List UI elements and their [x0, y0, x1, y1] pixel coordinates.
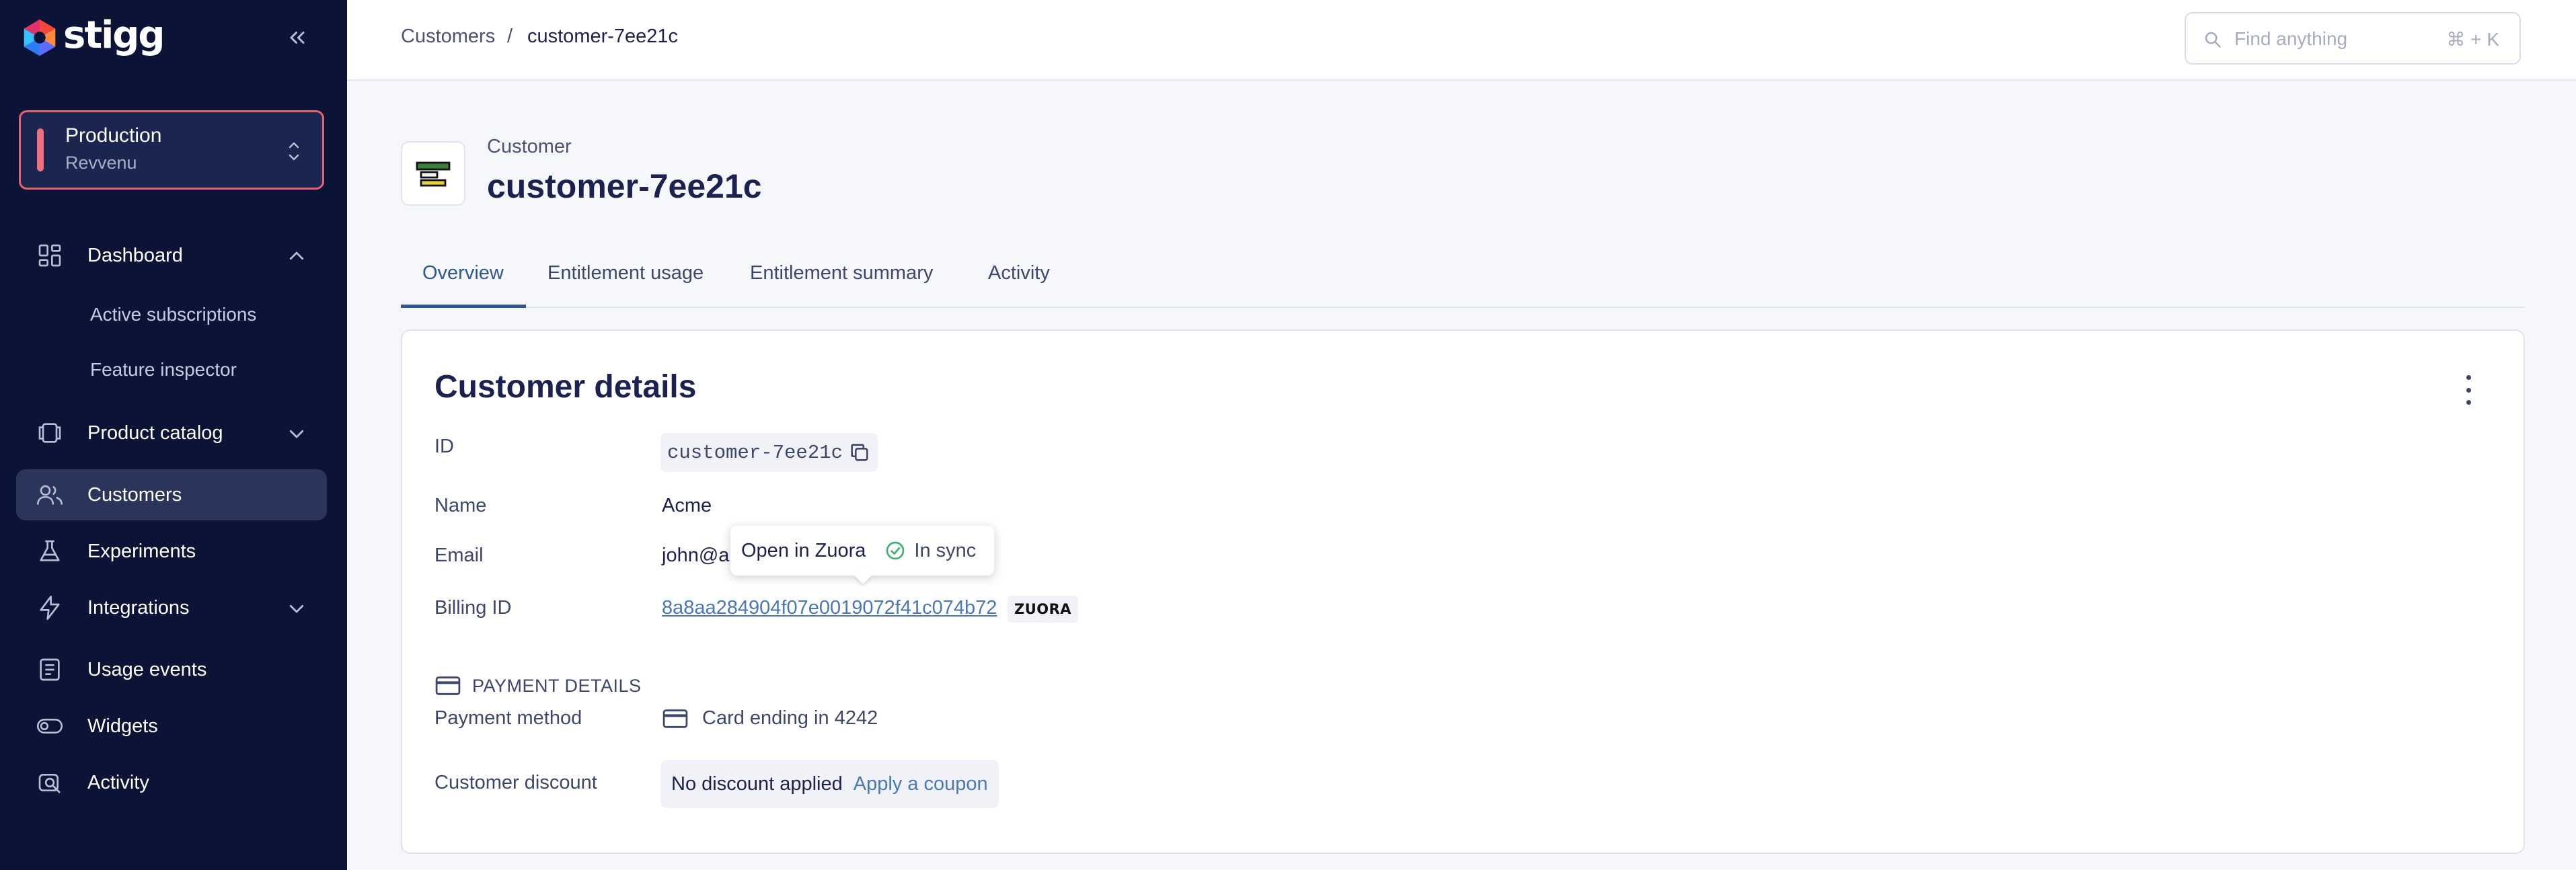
- breadcrumb-separator: /: [507, 26, 513, 47]
- copy-icon[interactable]: [848, 441, 871, 464]
- logo-text: stigg: [63, 13, 165, 57]
- tab-entitlement-usage[interactable]: Entitlement usage: [547, 262, 704, 284]
- top-bar: Customers / customer-7ee21c Find anythin…: [347, 0, 2576, 81]
- breadcrumb-customers-link[interactable]: Customers: [401, 26, 495, 48]
- sidebar-item-integrations[interactable]: Integrations: [16, 582, 327, 633]
- sync-status: In sync: [914, 539, 977, 561]
- name-value: Acme: [662, 495, 712, 516]
- customer-details-card: Customer details ID customer-7ee21c Name…: [401, 329, 2525, 854]
- chevron-down-icon: [289, 604, 304, 613]
- product-catalog-icon: [35, 418, 65, 448]
- sidebar-item-widgets[interactable]: Widgets: [16, 701, 327, 752]
- activity-icon: [35, 768, 65, 797]
- sidebar-item-label: Experiments: [87, 540, 196, 562]
- billing-id-link[interactable]: 8a8aa284904f07e0019072f41c074b72: [662, 597, 997, 619]
- kebab-dot: [2466, 400, 2471, 405]
- sidebar-item-dashboard[interactable]: Dashboard: [16, 230, 327, 281]
- sidebar-item-label: Customers: [87, 483, 182, 506]
- email-value: john@a: [662, 545, 730, 566]
- email-label: Email: [434, 545, 484, 566]
- tab-activity[interactable]: Activity: [988, 262, 1050, 284]
- chevron-up-down-icon: [289, 142, 299, 161]
- payment-method-text: Card ending in 4242: [702, 707, 878, 729]
- zuora-badge: ZUORA: [1008, 596, 1079, 623]
- sidebar-item-label: Dashboard: [87, 244, 183, 266]
- sidebar-item-activity[interactable]: Activity: [16, 757, 327, 808]
- discount-value: No discount applied: [671, 773, 843, 795]
- customers-icon: [35, 480, 65, 510]
- tab-bar: Overview Entitlement usage Entitlement s…: [401, 255, 2525, 308]
- tab-entitlement-summary[interactable]: Entitlement summary: [750, 262, 933, 284]
- search-placeholder: Find anything: [2234, 28, 2348, 49]
- breadcrumb-current: customer-7ee21c: [527, 26, 679, 47]
- chevron-up-icon: [289, 251, 304, 260]
- customer-logo-icon: [416, 161, 451, 187]
- toggle-icon: [35, 711, 65, 741]
- card-title: Customer details: [434, 369, 697, 405]
- payment-method-label: Payment method: [434, 707, 582, 729]
- open-in-zuora-link[interactable]: Open in Zuora: [741, 540, 866, 562]
- lightning-icon: [35, 593, 65, 623]
- sidebar-item-label: Usage events: [87, 658, 207, 680]
- collapse-sidebar-button[interactable]: [280, 20, 315, 55]
- double-chevron-left-icon: [290, 32, 305, 44]
- chevron-down-icon: [289, 430, 304, 438]
- environment-color-bar: [37, 128, 44, 171]
- sidebar-item-label: Product catalog: [87, 422, 223, 444]
- sidebar-item-experiments[interactable]: Experiments: [16, 526, 327, 577]
- search-shortcut: ⌘ + K: [2446, 29, 2499, 50]
- search-icon: [2205, 32, 2221, 48]
- discount-chip: No discount applied Apply a coupon: [660, 760, 999, 808]
- tab-overview[interactable]: Overview: [422, 262, 504, 284]
- page-title: customer-7ee21c: [487, 167, 762, 205]
- kebab-dot: [2466, 375, 2471, 380]
- sidebar-item-label: Integrations: [87, 596, 190, 619]
- sidebar-item-usage-events[interactable]: Usage events: [16, 644, 327, 695]
- credit-card-icon: [435, 676, 461, 695]
- sidebar-subitem-feature-inspector[interactable]: Feature inspector: [90, 359, 237, 381]
- payment-details-title: PAYMENT DETAILS: [472, 675, 642, 696]
- environment-switcher[interactable]: Production Revvenu: [19, 110, 324, 190]
- billing-tooltip: Open in Zuora In sync: [730, 526, 994, 576]
- stigg-logo-mark-icon: [24, 19, 56, 56]
- search-input[interactable]: Find anything ⌘ + K: [2185, 12, 2521, 65]
- customer-avatar: [401, 141, 465, 206]
- sidebar-item-label: Widgets: [87, 715, 158, 737]
- payment-details-header: PAYMENT DETAILS: [434, 675, 642, 697]
- environment-project: Revvenu: [65, 153, 137, 173]
- credit-card-icon: [662, 709, 688, 728]
- payment-method-value: Card ending in 4242: [662, 707, 878, 729]
- flask-icon: [35, 537, 65, 566]
- id-label: ID: [434, 436, 454, 457]
- apply-coupon-link[interactable]: Apply a coupon: [854, 773, 988, 795]
- stigg-logo[interactable]: stigg: [19, 13, 165, 61]
- id-chip: customer-7ee21c: [660, 433, 878, 472]
- more-options-button[interactable]: [2460, 375, 2476, 405]
- id-value: customer-7ee21c: [667, 441, 843, 464]
- sidebar-subitem-active-subscriptions[interactable]: Active subscriptions: [90, 304, 256, 325]
- customer-discount-label: Customer discount: [434, 772, 597, 793]
- billing-id-label: Billing ID: [434, 597, 512, 619]
- page-kicker: Customer: [487, 136, 572, 157]
- sidebar: stigg Production Revvenu Dashboard Activ…: [0, 0, 347, 870]
- sidebar-item-label: Activity: [87, 771, 149, 793]
- sidebar-item-customers[interactable]: Customers: [16, 469, 327, 520]
- name-label: Name: [434, 495, 487, 516]
- check-circle-icon: [886, 541, 905, 560]
- environment-name: Production: [65, 124, 162, 147]
- active-tab-indicator: [401, 305, 526, 308]
- kebab-dot: [2466, 387, 2471, 393]
- sidebar-item-product-catalog[interactable]: Product catalog: [16, 407, 327, 459]
- document-list-icon: [35, 655, 65, 684]
- dashboard-icon: [35, 241, 65, 270]
